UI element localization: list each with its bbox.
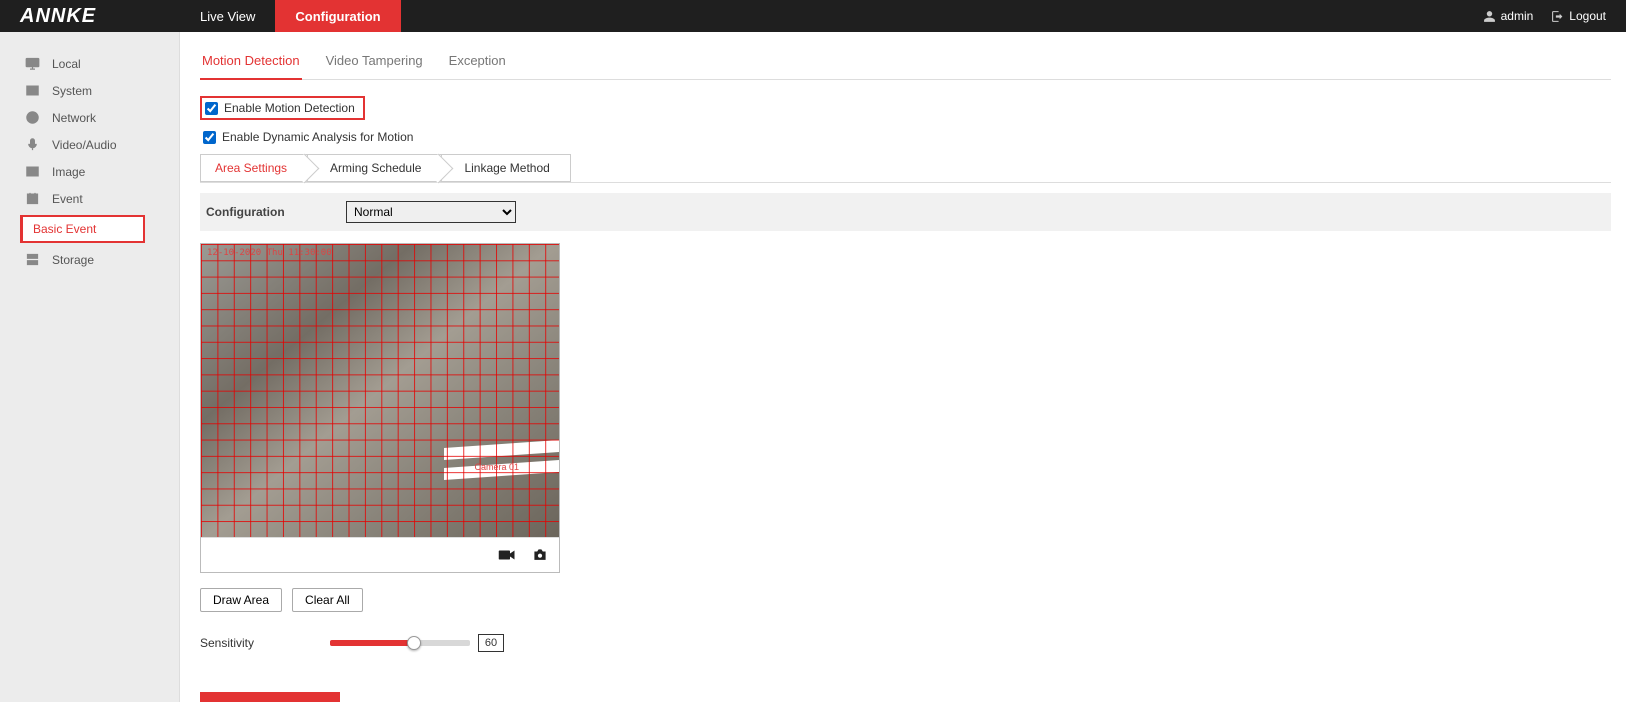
slider-thumb[interactable] bbox=[407, 636, 421, 650]
enable-motion-row: Enable Motion Detection bbox=[200, 96, 365, 120]
main-content: Motion Detection Video Tampering Excepti… bbox=[180, 32, 1626, 702]
save-button[interactable]: Save bbox=[200, 692, 340, 702]
logout-button[interactable]: Logout bbox=[1551, 9, 1606, 23]
storage-icon bbox=[25, 252, 40, 267]
user-icon bbox=[1483, 10, 1496, 23]
configuration-label: Configuration bbox=[206, 205, 346, 219]
sidebar-label-image: Image bbox=[52, 165, 85, 179]
tab-exception[interactable]: Exception bbox=[447, 47, 508, 79]
logout-icon bbox=[1551, 10, 1564, 23]
sensitivity-value: 60 bbox=[478, 634, 504, 652]
record-icon[interactable] bbox=[498, 548, 516, 562]
sidebar: Local System Network Video/Audio Image E… bbox=[0, 32, 180, 702]
sidebar-item-image[interactable]: Image bbox=[0, 158, 179, 185]
draw-area-button[interactable]: Draw Area bbox=[200, 588, 282, 612]
calendar-icon bbox=[25, 191, 40, 206]
preview-panel: 12-10-2020 Thu 11:30:00 Camera 01 bbox=[200, 243, 560, 573]
tab-video-tampering[interactable]: Video Tampering bbox=[324, 47, 425, 79]
brand-logo: ANNKE bbox=[0, 5, 180, 28]
sidebar-item-system[interactable]: System bbox=[0, 77, 179, 104]
snapshot-icon[interactable] bbox=[531, 548, 549, 562]
step-linkage-method-label: Linkage Method bbox=[456, 161, 549, 175]
enable-dynamic-checkbox[interactable] bbox=[203, 131, 216, 144]
preview-timestamp: 12-10-2020 Thu 11:30:00 bbox=[207, 248, 332, 258]
preview-toolbar bbox=[201, 537, 559, 572]
nav-configuration[interactable]: Configuration bbox=[275, 0, 400, 32]
configuration-row: Configuration Normal bbox=[200, 193, 1611, 231]
sidebar-item-storage[interactable]: Storage bbox=[0, 246, 179, 273]
top-nav: Live View Configuration bbox=[180, 0, 401, 32]
top-header: ANNKE Live View Configuration admin Logo… bbox=[0, 0, 1626, 32]
user-menu[interactable]: admin bbox=[1483, 9, 1534, 23]
header-right: admin Logout bbox=[1483, 9, 1626, 23]
enable-dynamic-row: Enable Dynamic Analysis for Motion bbox=[200, 130, 1611, 144]
slider-fill bbox=[330, 640, 414, 646]
sidebar-item-network[interactable]: Network bbox=[0, 104, 179, 131]
step-area-settings-label: Area Settings bbox=[215, 161, 287, 175]
monitor-icon bbox=[25, 56, 40, 71]
sidebar-label-local: Local bbox=[52, 57, 81, 71]
video-preview[interactable]: 12-10-2020 Thu 11:30:00 Camera 01 bbox=[201, 244, 559, 537]
preview-camera-label: Camera 01 bbox=[474, 462, 519, 472]
sidebar-label-storage: Storage bbox=[52, 253, 94, 267]
area-buttons: Draw Area Clear All bbox=[200, 588, 1611, 612]
mic-icon bbox=[25, 137, 40, 152]
motion-grid-overlay bbox=[201, 244, 559, 537]
step-linkage-method[interactable]: Linkage Method bbox=[441, 154, 570, 182]
image-icon bbox=[25, 164, 40, 179]
sidebar-label-basic-event: Basic Event bbox=[33, 217, 96, 241]
sidebar-label-network: Network bbox=[52, 111, 96, 125]
sidebar-label-video-audio: Video/Audio bbox=[52, 138, 117, 152]
step-tabs: Area Settings Arming Schedule Linkage Me… bbox=[200, 154, 1611, 183]
sidebar-label-system: System bbox=[52, 84, 92, 98]
window-icon bbox=[25, 83, 40, 98]
clear-all-button[interactable]: Clear All bbox=[292, 588, 363, 612]
sidebar-label-event: Event bbox=[52, 192, 83, 206]
sensitivity-row: Sensitivity 60 bbox=[200, 634, 1611, 652]
username-label: admin bbox=[1501, 9, 1534, 23]
globe-icon bbox=[25, 110, 40, 125]
step-arming-schedule[interactable]: Arming Schedule bbox=[307, 154, 442, 182]
tab-motion-detection[interactable]: Motion Detection bbox=[200, 47, 302, 80]
sidebar-item-basic-event[interactable]: Basic Event bbox=[20, 215, 145, 243]
sidebar-item-local[interactable]: Local bbox=[0, 50, 179, 77]
nav-live-view[interactable]: Live View bbox=[180, 0, 275, 32]
event-tabs: Motion Detection Video Tampering Excepti… bbox=[200, 47, 1611, 80]
sensitivity-slider[interactable] bbox=[330, 640, 470, 646]
logout-label: Logout bbox=[1569, 9, 1606, 23]
step-area-settings[interactable]: Area Settings bbox=[200, 154, 308, 182]
sidebar-item-video-audio[interactable]: Video/Audio bbox=[0, 131, 179, 158]
configuration-select[interactable]: Normal bbox=[346, 201, 516, 223]
sidebar-item-event[interactable]: Event bbox=[0, 185, 179, 212]
enable-motion-label: Enable Motion Detection bbox=[224, 101, 355, 115]
enable-dynamic-label: Enable Dynamic Analysis for Motion bbox=[222, 130, 413, 144]
sensitivity-label: Sensitivity bbox=[200, 636, 330, 650]
enable-motion-checkbox[interactable] bbox=[205, 102, 218, 115]
step-arming-schedule-label: Arming Schedule bbox=[322, 161, 421, 175]
